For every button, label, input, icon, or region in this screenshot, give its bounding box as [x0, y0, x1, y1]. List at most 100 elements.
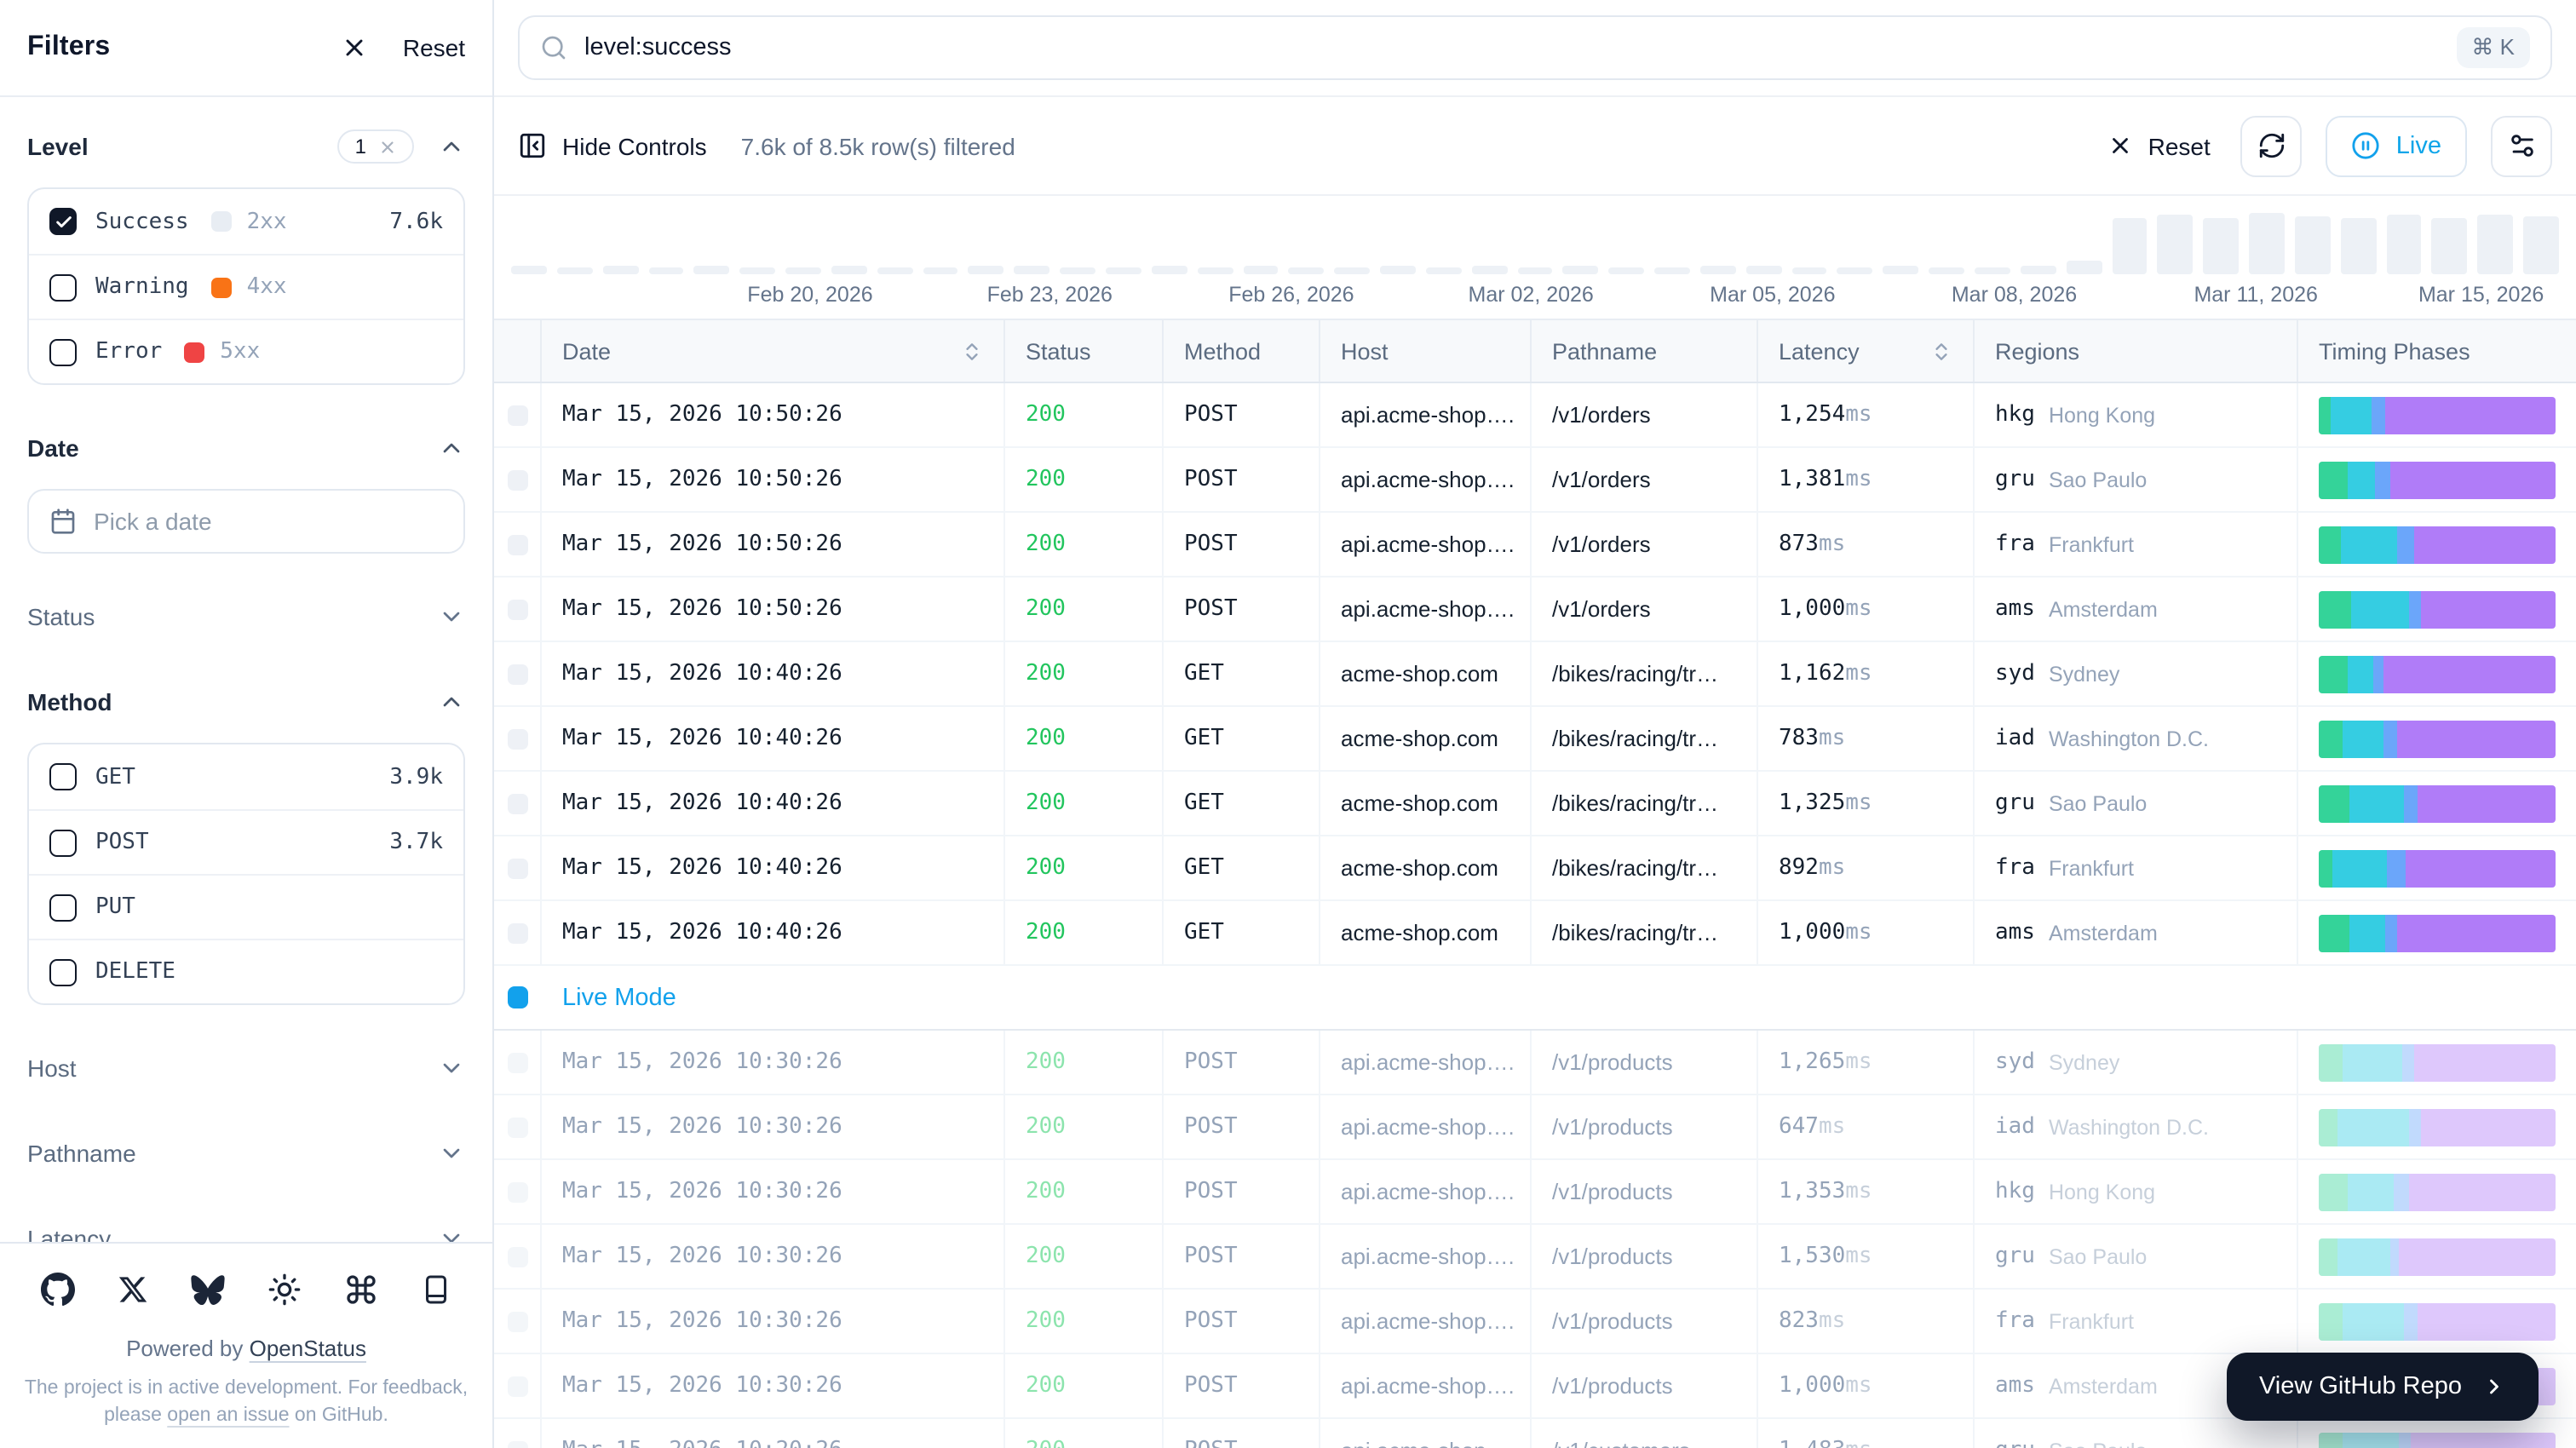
- timeline-bar[interactable]: [602, 267, 638, 274]
- section-method-header[interactable]: Method: [27, 680, 465, 724]
- table-row[interactable]: Mar 15, 2026 10:40:26 200 GET acme-shop.…: [494, 642, 2576, 707]
- live-mode-row[interactable]: Live Mode: [494, 966, 2576, 1031]
- github-icon[interactable]: [41, 1272, 75, 1306]
- column-header[interactable]: Pathname: [1532, 320, 1758, 382]
- column-header[interactable]: Regions: [1975, 320, 2298, 382]
- timeline-bar[interactable]: [1015, 267, 1050, 274]
- filter-option[interactable]: POST 3.7k: [29, 809, 463, 874]
- filter-option[interactable]: Error 5xx: [29, 319, 463, 383]
- sidebar-section-collapsed[interactable]: Latency: [27, 1216, 465, 1241]
- row-checkbox[interactable]: [507, 1181, 527, 1202]
- timeline-bar[interactable]: [1883, 267, 1919, 274]
- checkbox[interactable]: [49, 829, 77, 856]
- sidebar-section-collapsed[interactable]: Status: [27, 595, 465, 639]
- timeline-bar[interactable]: [2386, 214, 2422, 274]
- timeline-bars[interactable]: [511, 210, 2559, 274]
- timeline-bar[interactable]: [1426, 267, 1462, 274]
- table-row[interactable]: Mar 15, 2026 10:50:26 200 POST api.acme-…: [494, 577, 2576, 642]
- view-settings-button[interactable]: [2491, 115, 2552, 176]
- table-row[interactable]: Mar 15, 2026 10:20:26 200 POST api.acme-…: [494, 1419, 2576, 1448]
- search-box[interactable]: ⌘ K: [518, 15, 2552, 80]
- timeline-bar[interactable]: [1746, 266, 1782, 274]
- timeline-bar[interactable]: [557, 267, 593, 274]
- timeline-bar[interactable]: [1654, 267, 1690, 274]
- filter-option[interactable]: DELETE: [29, 939, 463, 1003]
- chevron-up-icon[interactable]: [438, 434, 465, 462]
- sidebar-section-collapsed[interactable]: Pathname: [27, 1131, 465, 1175]
- timeline-bar[interactable]: [1380, 267, 1416, 274]
- timeline-bar[interactable]: [1609, 267, 1645, 274]
- level-filter-badge[interactable]: 1: [338, 129, 414, 164]
- chevron-up-icon[interactable]: [438, 688, 465, 715]
- sort-icon[interactable]: [961, 340, 983, 362]
- row-checkbox[interactable]: [507, 405, 527, 425]
- timeline-bar[interactable]: [1791, 267, 1827, 274]
- timeline-bar[interactable]: [923, 267, 958, 274]
- table-row[interactable]: Mar 15, 2026 10:50:26 200 POST api.acme-…: [494, 513, 2576, 577]
- timeline-bar[interactable]: [2249, 213, 2285, 274]
- timeline-bar[interactable]: [739, 267, 775, 274]
- timeline-bar[interactable]: [1929, 267, 1964, 274]
- column-header[interactable]: Host: [1320, 320, 1532, 382]
- checkbox[interactable]: [49, 894, 77, 921]
- timeline-bar[interactable]: [1700, 267, 1736, 274]
- refresh-button[interactable]: [2241, 115, 2303, 176]
- search-input[interactable]: [584, 34, 2439, 61]
- timeline-bar[interactable]: [2021, 267, 2056, 274]
- column-header[interactable]: Method: [1164, 320, 1320, 382]
- sun-icon[interactable]: [267, 1272, 302, 1306]
- table-row[interactable]: Mar 15, 2026 10:30:26 200 POST api.acme-…: [494, 1095, 2576, 1160]
- timeline-bar[interactable]: [969, 266, 1004, 274]
- table-row[interactable]: Mar 15, 2026 10:30:26 200 POST api.acme-…: [494, 1160, 2576, 1225]
- open-issue-link[interactable]: open an issue: [167, 1406, 289, 1427]
- filter-option[interactable]: Warning 4xx: [29, 254, 463, 319]
- timeline-bar[interactable]: [2158, 215, 2194, 274]
- row-checkbox[interactable]: [507, 1052, 527, 1072]
- sidebar-section-collapsed[interactable]: Host: [27, 1046, 465, 1090]
- timeline-bar[interactable]: [1517, 267, 1553, 274]
- timeline-bar[interactable]: [511, 267, 547, 274]
- column-header[interactable]: Date: [542, 320, 1005, 382]
- table-row[interactable]: Mar 15, 2026 10:40:26 200 GET acme-shop.…: [494, 836, 2576, 901]
- section-date-header[interactable]: Date: [27, 426, 465, 470]
- row-checkbox[interactable]: [507, 469, 527, 490]
- column-header[interactable]: Status: [1005, 320, 1164, 382]
- timeline-bar[interactable]: [1152, 267, 1187, 274]
- row-checkbox[interactable]: [507, 1311, 527, 1331]
- timeline-bar[interactable]: [1334, 267, 1370, 274]
- view-github-repo-button[interactable]: View GitHub Repo: [2227, 1353, 2539, 1421]
- timeline-bar[interactable]: [1563, 267, 1599, 274]
- checkbox[interactable]: [49, 958, 77, 985]
- filter-option[interactable]: Success 2xx 7.6k: [29, 189, 463, 254]
- timeline-bar[interactable]: [1060, 267, 1095, 274]
- row-checkbox[interactable]: [507, 1440, 527, 1448]
- timeline-bar[interactable]: [694, 266, 730, 274]
- table-row[interactable]: Mar 15, 2026 10:40:26 200 GET acme-shop.…: [494, 901, 2576, 966]
- timeline-bar[interactable]: [2295, 216, 2331, 274]
- clear-icon[interactable]: [378, 137, 397, 156]
- timeline-bar[interactable]: [785, 267, 821, 274]
- checkbox[interactable]: [49, 338, 77, 365]
- column-header[interactable]: Timing Phases: [2298, 320, 2576, 382]
- reset-filters-button[interactable]: Reset: [2094, 132, 2224, 159]
- row-checkbox[interactable]: [507, 922, 527, 943]
- timeline-bar[interactable]: [2112, 217, 2148, 274]
- filter-option[interactable]: GET 3.9k: [29, 744, 463, 809]
- timeline-bar[interactable]: [2341, 217, 2377, 274]
- openstatus-link[interactable]: OpenStatus: [250, 1335, 366, 1360]
- live-button[interactable]: Live: [2326, 115, 2467, 176]
- timeline-bar[interactable]: [2478, 215, 2514, 274]
- sidebar-reset-button[interactable]: Reset: [403, 34, 465, 61]
- close-icon[interactable]: [342, 34, 369, 61]
- checkbox[interactable]: [49, 208, 77, 235]
- table-row[interactable]: Mar 15, 2026 10:40:26 200 GET acme-shop.…: [494, 707, 2576, 772]
- book-icon[interactable]: [421, 1272, 451, 1306]
- row-checkbox[interactable]: [507, 664, 527, 684]
- timeline-bar[interactable]: [2432, 218, 2468, 274]
- table-row[interactable]: Mar 15, 2026 10:40:26 200 GET acme-shop.…: [494, 772, 2576, 836]
- checkbox[interactable]: [49, 763, 77, 790]
- timeline-bar[interactable]: [2203, 219, 2239, 274]
- chevron-up-icon[interactable]: [438, 133, 465, 160]
- timeline-bar[interactable]: [1106, 267, 1141, 274]
- timeline-bar[interactable]: [1197, 267, 1233, 274]
